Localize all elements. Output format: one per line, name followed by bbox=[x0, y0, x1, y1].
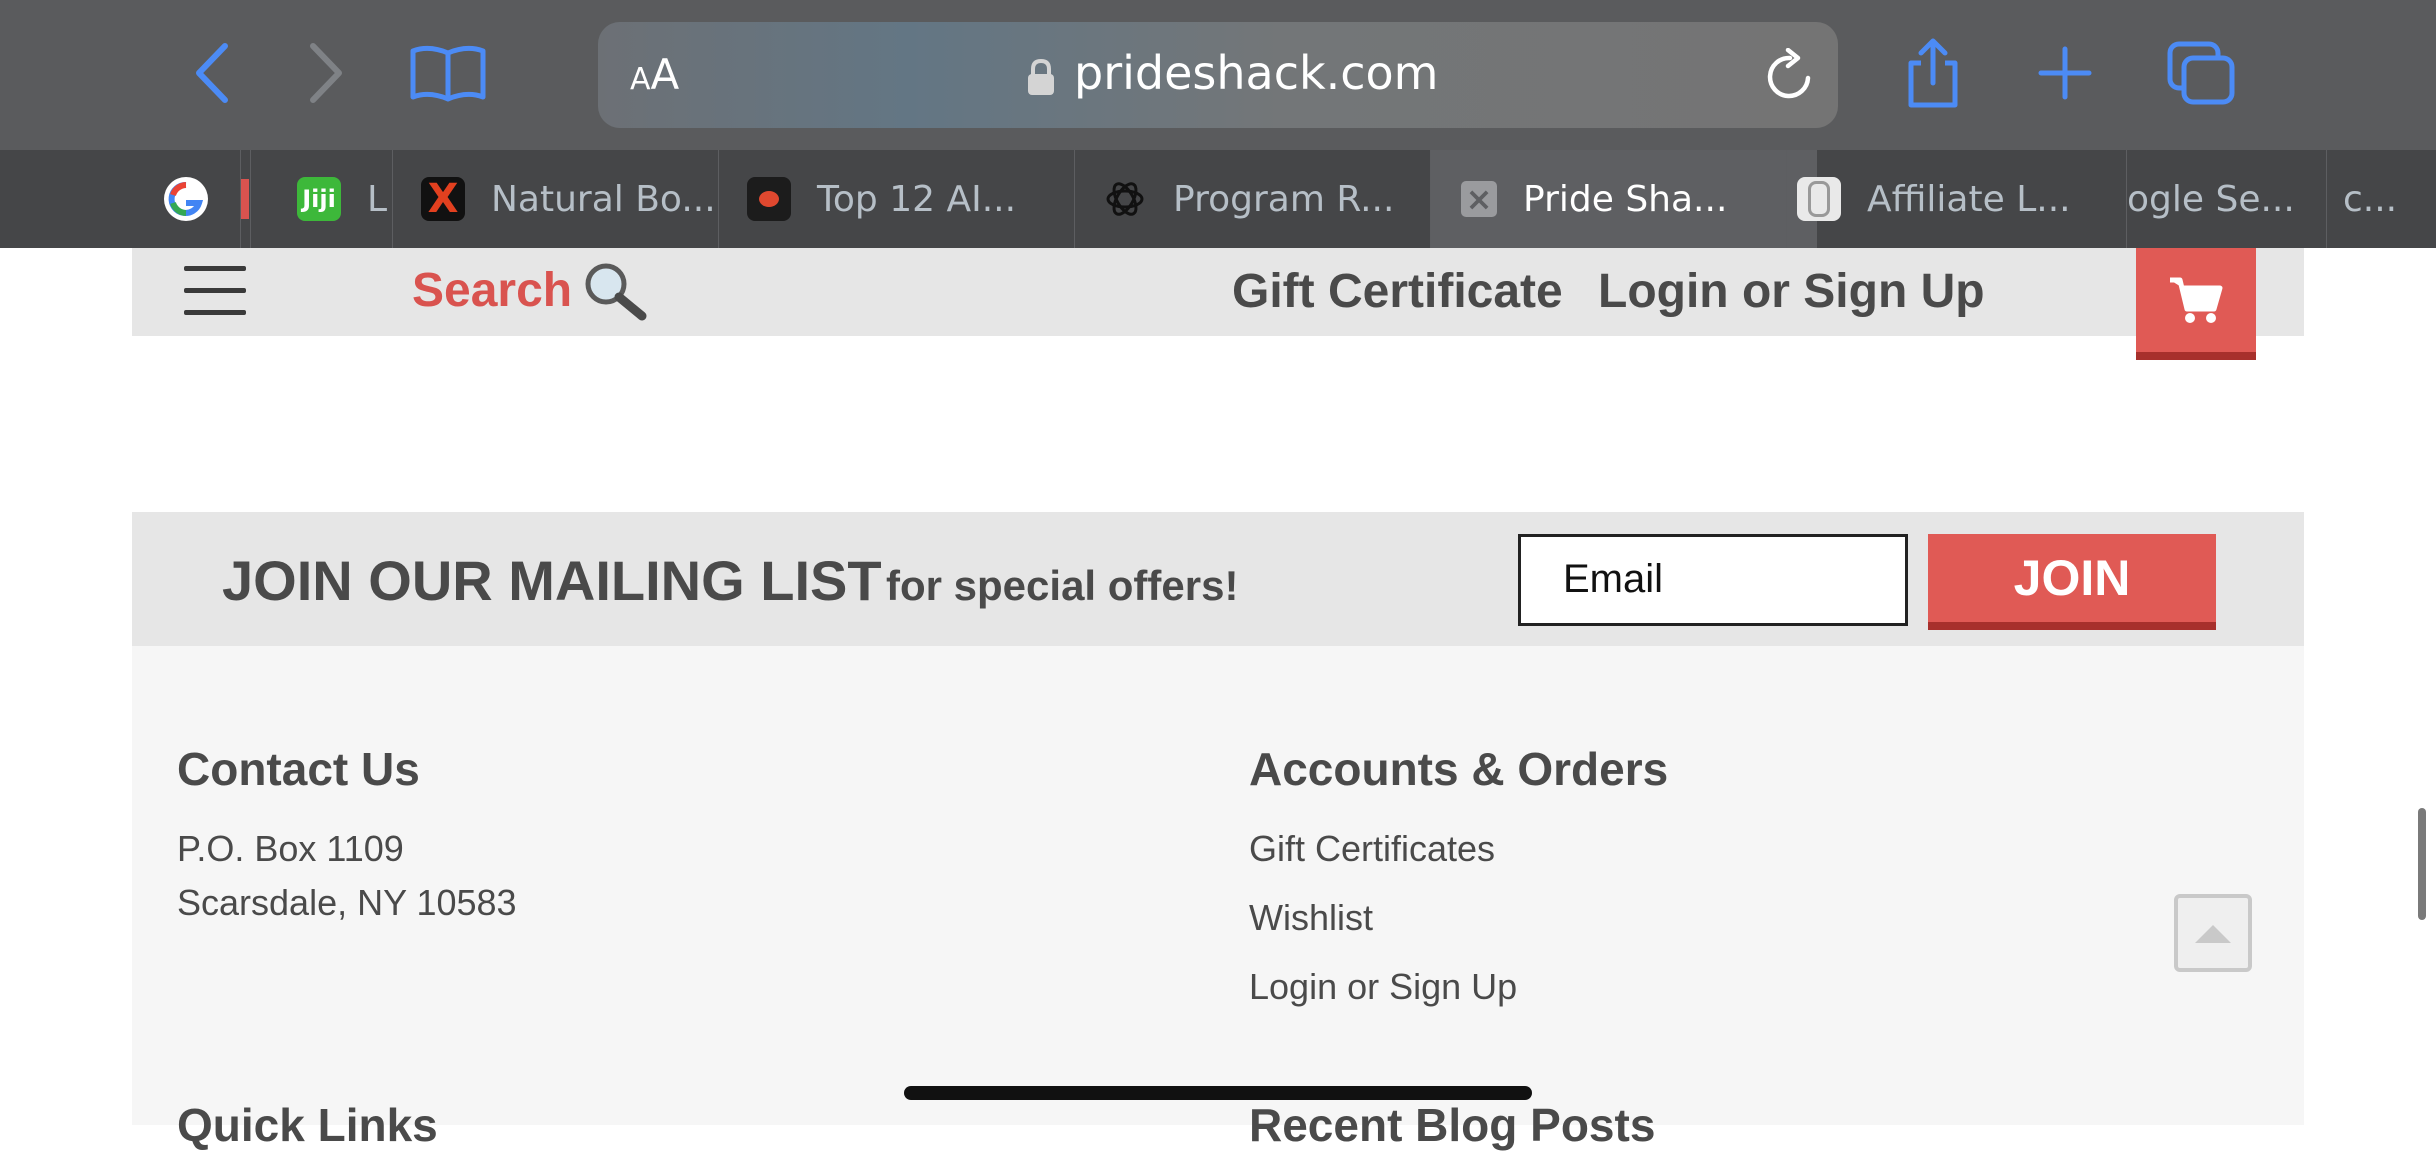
web-page: Search Gift Certificate Login or Sign Up… bbox=[132, 248, 2304, 1151]
browser-toolbar: AA prideshack.com bbox=[0, 0, 2436, 150]
plus-icon bbox=[2038, 46, 2092, 100]
address-bar[interactable]: AA prideshack.com bbox=[598, 22, 1838, 128]
aa-small-glyph: A bbox=[630, 62, 651, 97]
tab-label: Affiliate L... bbox=[1867, 178, 2071, 220]
share-icon bbox=[1908, 38, 1958, 108]
bookmarks-button[interactable] bbox=[406, 38, 490, 108]
tab-top-12-ai[interactable]: Top 12 AI... bbox=[718, 150, 1103, 248]
forward-button[interactable] bbox=[292, 38, 362, 108]
contact-address-line1: P.O. Box 1109 bbox=[177, 828, 404, 869]
site-header: Search Gift Certificate Login or Sign Up bbox=[132, 248, 2304, 360]
tab-natural-bo[interactable]: X Natural Bo... bbox=[392, 150, 747, 248]
join-button[interactable]: JOIN bbox=[1928, 534, 2216, 630]
search-button[interactable]: Search bbox=[412, 258, 650, 322]
x-brand-icon: X bbox=[421, 176, 465, 222]
tab-bar: Jiji L X Natural Bo... Top 12 AI... Prog… bbox=[0, 150, 2436, 248]
url-text: prideshack.com bbox=[1074, 46, 1439, 100]
magnifier-icon bbox=[585, 263, 647, 321]
new-tab-button[interactable] bbox=[2030, 38, 2100, 108]
recent-blog-posts-heading: Recent Blog Posts bbox=[1249, 1099, 1656, 1151]
email-field[interactable]: Email bbox=[1518, 534, 1908, 626]
quick-links-heading: Quick Links bbox=[177, 1099, 438, 1151]
site-footer: Contact Us P.O. Box 1109 Scarsdale, NY 1… bbox=[132, 646, 2304, 1151]
close-tab-button[interactable]: × bbox=[1461, 180, 1497, 218]
mailing-list-bar: JOIN OUR MAILING LIST for special offers… bbox=[132, 512, 2304, 646]
menu-icon[interactable] bbox=[184, 266, 246, 318]
tab-label: ogle Se... bbox=[2127, 178, 2295, 220]
tab-label: Pride Sha... bbox=[1523, 178, 1728, 220]
openai-icon bbox=[1106, 182, 1144, 216]
back-button[interactable] bbox=[176, 38, 246, 108]
tabs-icon bbox=[2167, 41, 2235, 105]
search-label: Search bbox=[412, 263, 573, 317]
partial-favicon bbox=[241, 179, 249, 219]
aa-big-glyph: A bbox=[650, 50, 680, 99]
caret-up-icon bbox=[2195, 925, 2231, 943]
cart-button[interactable] bbox=[2136, 248, 2256, 360]
tab-program-r[interactable]: Program R... bbox=[1074, 150, 1459, 248]
cart-icon bbox=[2170, 277, 2223, 323]
contact-address-line2: Scarsdale, NY 10583 bbox=[177, 882, 517, 923]
accounts-heading: Accounts & Orders bbox=[1249, 743, 1669, 795]
tab-label: Natural Bo... bbox=[491, 178, 716, 220]
lock-icon bbox=[1028, 58, 1054, 95]
tab-label: Top 12 AI... bbox=[817, 178, 1017, 220]
reload-icon[interactable] bbox=[1764, 48, 1816, 102]
chevron-right-icon bbox=[310, 43, 342, 103]
tab-pride-shack[interactable]: × Pride Sha... bbox=[1430, 150, 1817, 248]
login-link[interactable]: Login or Sign Up bbox=[1598, 264, 1985, 319]
contact-heading: Contact Us bbox=[177, 743, 420, 795]
share-button[interactable] bbox=[1898, 38, 1968, 108]
chevron-left-icon bbox=[196, 43, 228, 103]
google-icon bbox=[164, 177, 208, 221]
affiliate-icon bbox=[1797, 177, 1841, 221]
footer-login-link[interactable]: Login or Sign Up bbox=[1249, 966, 1517, 1008]
mailing-heading: JOIN OUR MAILING LIST for special offers… bbox=[222, 548, 1238, 613]
tab-label: Program R... bbox=[1173, 178, 1395, 220]
tab-google-search[interactable]: ogle Se... bbox=[2126, 150, 2327, 248]
mailing-subtitle: for special offers! bbox=[886, 562, 1239, 609]
tabs-overview-button[interactable] bbox=[2166, 38, 2236, 108]
page-scrollbar[interactable] bbox=[2418, 808, 2426, 920]
wishlist-link[interactable]: Wishlist bbox=[1249, 897, 1373, 939]
gift-certificate-link[interactable]: Gift Certificate bbox=[1232, 264, 1563, 319]
tab-label: c... bbox=[2343, 178, 2398, 220]
back-to-top-button[interactable] bbox=[2174, 894, 2252, 972]
tab-more[interactable]: c... bbox=[2326, 150, 2436, 248]
book-icon bbox=[410, 45, 486, 102]
home-indicator[interactable] bbox=[904, 1086, 1532, 1100]
ai-site-icon bbox=[747, 177, 791, 221]
jiji-icon: Jiji bbox=[297, 177, 341, 221]
reader-text-size-button[interactable]: AA bbox=[630, 50, 679, 99]
mailing-title: JOIN OUR MAILING LIST bbox=[222, 549, 882, 612]
tab-affiliate[interactable]: Affiliate L... bbox=[1786, 150, 2137, 248]
tab-label: L bbox=[367, 178, 388, 220]
gift-certificates-link[interactable]: Gift Certificates bbox=[1249, 828, 1495, 870]
